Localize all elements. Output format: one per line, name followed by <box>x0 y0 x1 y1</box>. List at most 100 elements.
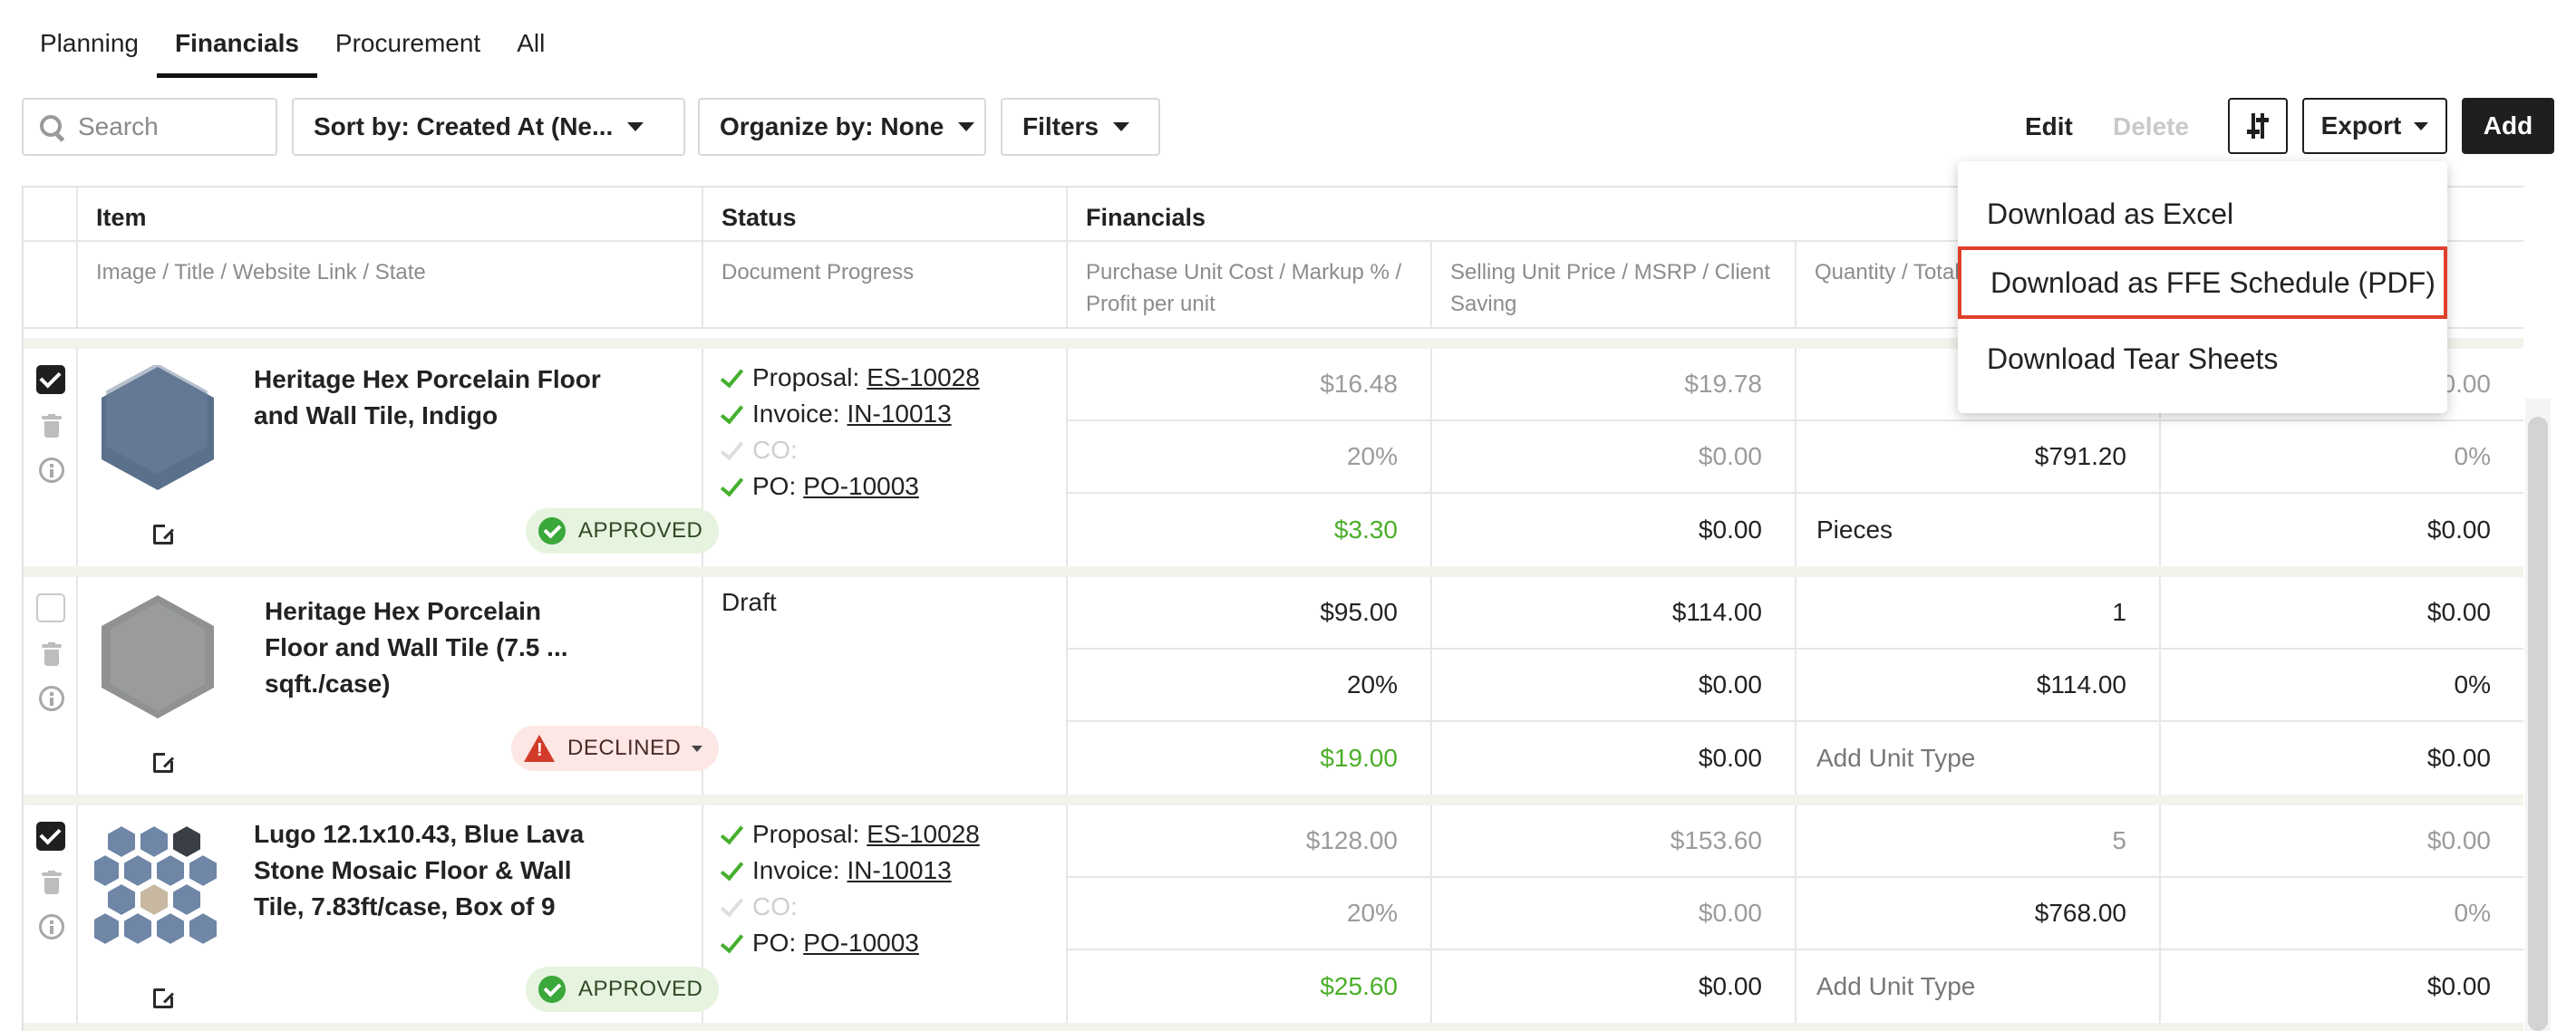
row-checkbox[interactable] <box>36 593 65 622</box>
row-checkbox[interactable] <box>36 365 65 394</box>
product-thumbnail[interactable] <box>94 593 221 720</box>
extra-value[interactable]: $0.00 <box>2161 577 2523 650</box>
add-button[interactable]: Add <box>2462 98 2554 154</box>
info-icon[interactable] <box>39 914 64 939</box>
tab-procurement[interactable]: Procurement <box>317 29 499 78</box>
item-subheader: Image / Title / Website Link / State <box>78 242 703 329</box>
chevron-down-icon <box>958 122 975 131</box>
selling-unit-price[interactable]: $19.78 <box>1432 349 1796 421</box>
item-title[interactable]: Heritage Hex Porcelain Floor and Wall Ti… <box>265 593 600 702</box>
profit-per-unit: $19.00 <box>1068 722 1432 795</box>
organize-label: Organize by: None <box>720 112 944 140</box>
check-circle-icon <box>538 517 566 544</box>
filters-dropdown[interactable]: Filters <box>1001 98 1160 156</box>
info-icon[interactable] <box>39 458 64 483</box>
status-badge: APPROVED <box>526 508 720 554</box>
msrp[interactable]: $0.00 <box>1432 878 1796 950</box>
search-input[interactable] <box>78 112 259 141</box>
extra-percent[interactable]: 0% <box>2161 650 2523 722</box>
edit-button[interactable]: Edit <box>2025 98 2073 156</box>
invoice-link[interactable]: IN-10013 <box>847 856 952 885</box>
delete-button[interactable]: Delete <box>2113 98 2189 156</box>
row-actions <box>24 805 78 1023</box>
row-separator <box>24 566 2523 577</box>
msrp[interactable]: $0.00 <box>1432 650 1796 722</box>
quantity[interactable]: 5 <box>1796 805 2161 878</box>
row-actions <box>24 349 78 566</box>
quantity[interactable]: 1 <box>1796 577 2161 650</box>
status-cell: Proposal: ES-10028 Invoice: IN-10013 CO:… <box>703 349 1068 566</box>
chevron-down-icon <box>1113 122 1130 131</box>
row-checkbox[interactable] <box>36 822 65 851</box>
status-badge: APPROVED <box>526 967 720 1012</box>
purchase-unit-cost[interactable]: $16.48 <box>1068 349 1432 421</box>
organize-dropdown[interactable]: Organize by: None <box>698 98 986 156</box>
row-separator <box>24 795 2523 805</box>
unit-type[interactable]: Add Unit Type <box>1796 722 2161 795</box>
po-label: PO: <box>752 472 797 500</box>
tab-bar: Planning Financials Procurement All <box>40 0 563 78</box>
export-button[interactable]: Export <box>2302 98 2447 154</box>
column-settings-button[interactable] <box>2228 98 2288 154</box>
trash-icon[interactable] <box>42 642 62 666</box>
export-menu: Download as Excel Download as FFE Schedu… <box>1958 161 2447 413</box>
info-icon[interactable] <box>39 686 64 711</box>
checkmark-icon <box>720 366 743 390</box>
unit-type[interactable]: Pieces <box>1796 494 2161 566</box>
proposal-link[interactable]: ES-10028 <box>867 363 980 392</box>
extra-percent[interactable]: 0% <box>2161 878 2523 950</box>
proposal-label: Proposal: <box>752 363 860 391</box>
product-thumbnail[interactable] <box>94 822 221 949</box>
status-text: Draft <box>721 588 777 616</box>
client-saving: $0.00 <box>1432 494 1796 566</box>
invoice-link[interactable]: IN-10013 <box>847 400 952 429</box>
vertical-scrollbar-thumb[interactable] <box>2528 417 2548 1031</box>
markup-percent[interactable]: 20% <box>1068 650 1432 722</box>
menu-item-download-ffe-pdf[interactable]: Download as FFE Schedule (PDF) <box>1958 246 2447 319</box>
po-link[interactable]: PO-10003 <box>803 472 919 501</box>
selling-unit-price[interactable]: $153.60 <box>1432 805 1796 878</box>
co-label: CO: <box>752 436 798 464</box>
po-link[interactable]: PO-10003 <box>803 929 919 958</box>
extra-total: $0.00 <box>2161 494 2523 566</box>
invoice-line: Invoice: IN-10013 <box>720 396 952 432</box>
item-title[interactable]: Lugo 12.1x10.43, Blue Lava Stone Mosaic … <box>254 816 625 925</box>
tab-planning[interactable]: Planning <box>40 29 157 78</box>
trash-icon[interactable] <box>42 414 62 438</box>
extra-value[interactable]: $0.00 <box>2161 805 2523 878</box>
po-line: PO: PO-10003 <box>720 925 919 961</box>
msrp[interactable]: $0.00 <box>1432 421 1796 494</box>
co-line: CO: <box>720 432 798 468</box>
trash-icon[interactable] <box>42 871 62 894</box>
menu-item-download-tear-sheets[interactable]: Download Tear Sheets <box>1958 323 2447 395</box>
purchase-unit-cost[interactable]: $128.00 <box>1068 805 1432 878</box>
markup-percent[interactable]: 20% <box>1068 421 1432 494</box>
external-link-icon[interactable] <box>153 523 175 544</box>
proposal-line: Proposal: ES-10028 <box>720 816 980 853</box>
item-title[interactable]: Heritage Hex Porcelain Floor and Wall Ti… <box>254 361 653 434</box>
filters-label: Filters <box>1022 112 1099 140</box>
proposal-link[interactable]: ES-10028 <box>867 820 980 849</box>
extra-percent[interactable]: 0% <box>2161 421 2523 494</box>
menu-item-download-excel[interactable]: Download as Excel <box>1958 178 2447 250</box>
markup-percent[interactable]: 20% <box>1068 878 1432 950</box>
selling-unit-price[interactable]: $114.00 <box>1432 577 1796 650</box>
client-saving: $0.00 <box>1432 950 1796 1023</box>
status-badge[interactable]: DECLINED <box>511 726 720 771</box>
external-link-icon[interactable] <box>153 987 175 1008</box>
tab-all[interactable]: All <box>499 29 563 78</box>
tab-financials[interactable]: Financials <box>156 29 317 78</box>
product-thumbnail[interactable] <box>94 365 221 492</box>
invoice-label: Invoice: <box>752 400 840 428</box>
sort-dropdown[interactable]: Sort by: Created At (Ne... <box>292 98 685 156</box>
row-actions <box>24 577 78 795</box>
status-subheader: Document Progress <box>703 242 1068 329</box>
purchase-unit-cost[interactable]: $95.00 <box>1068 577 1432 650</box>
unit-type[interactable]: Add Unit Type <box>1796 950 2161 1023</box>
checkmark-icon <box>720 895 743 919</box>
invoice-label: Invoice: <box>752 856 840 884</box>
search-box[interactable] <box>22 98 277 156</box>
external-link-icon[interactable] <box>153 751 175 773</box>
item-cell: Heritage Hex Porcelain Floor and Wall Ti… <box>78 577 720 795</box>
co-line: CO: <box>720 889 798 925</box>
